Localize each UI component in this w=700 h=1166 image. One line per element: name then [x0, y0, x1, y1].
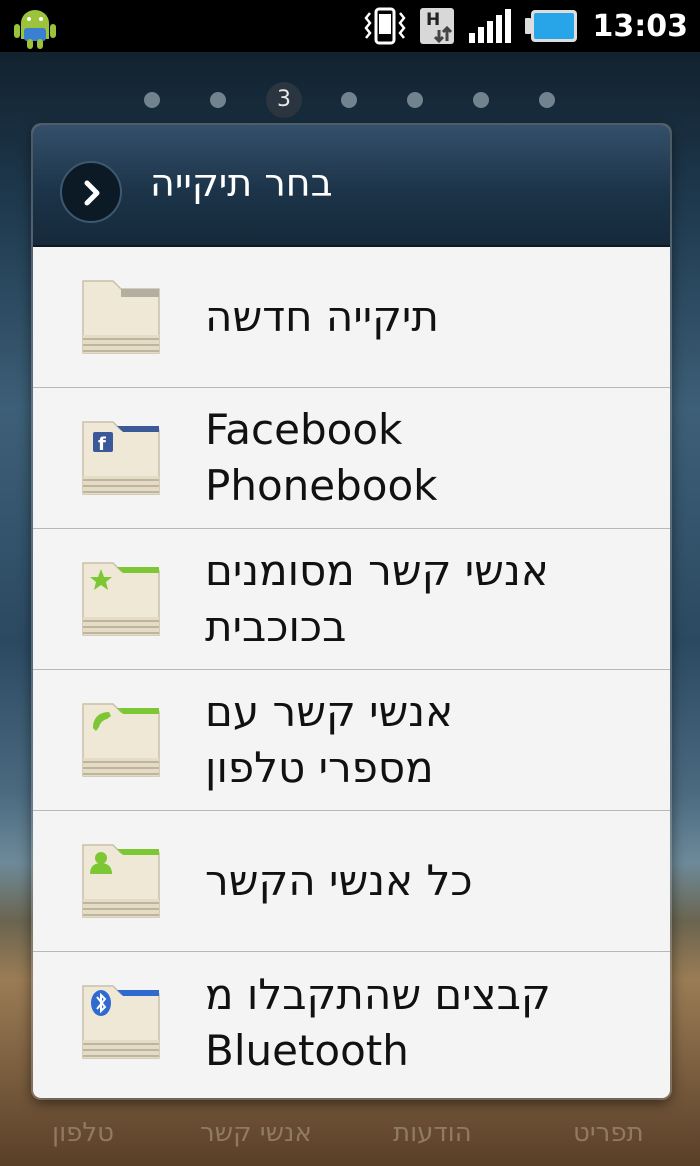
folder-item-all-contacts[interactable]: כל אנשי הקשר [33, 811, 670, 952]
folder-icon [82, 280, 160, 354]
dock-tab-phone[interactable]: טלפון [52, 1118, 114, 1148]
folder-item-label: כל אנשי הקשר [205, 856, 473, 905]
vibrate-icon [363, 7, 406, 45]
svg-text:f: f [98, 434, 106, 455]
contact-folder-icon [82, 844, 160, 918]
folder-item-label: תיקייה חדשה [205, 292, 439, 341]
page-dot[interactable] [407, 92, 423, 108]
dialog-header: בחר תיקייה [33, 125, 670, 247]
dock-bar: טלפון אנשי קשר הודעות תפריט [0, 1110, 700, 1160]
dock-tab-menu[interactable]: תפריט [573, 1118, 644, 1148]
folder-item-starred-contacts[interactable]: אנשי קשר מסומנים בכוכבית [33, 529, 670, 670]
android-notification-icon[interactable] [12, 6, 58, 50]
dock-tab-messages[interactable]: הודעות [393, 1118, 472, 1148]
bluetooth-folder-icon [82, 985, 160, 1059]
choose-folder-dialog: בחר תיקייה תיקייה חדשה f Facebook Phoneb… [33, 125, 670, 1098]
folder-item-bluetooth-received[interactable]: קבצים שהתקבלו מ Bluetooth [33, 952, 670, 1093]
facebook-folder-icon: f [82, 421, 160, 495]
data-hspa-icon: H [419, 8, 454, 44]
folder-item-label: קבצים שהתקבלו מ Bluetooth [205, 969, 551, 1075]
current-page-dot: 3 [266, 82, 302, 118]
page-dot[interactable] [144, 92, 160, 108]
folder-item-facebook-phonebook[interactable]: f Facebook Phonebook [33, 388, 670, 529]
folder-item-label: אנשי קשר עם מספרי טלפון [205, 687, 454, 792]
page-dot[interactable] [473, 92, 489, 108]
home-page-indicator: 3 [0, 82, 700, 118]
status-bar: H 13:03 [0, 0, 700, 52]
page-dot[interactable] [210, 92, 226, 108]
signal-icon [468, 9, 511, 43]
page-dot[interactable] [341, 92, 357, 108]
folder-item-label: Facebook Phonebook [205, 405, 438, 510]
dialog-title: בחר תיקייה [150, 161, 333, 205]
folder-item-label: אנשי קשר מסומנים בכוכבית [205, 546, 549, 651]
dock-tab-contacts[interactable]: אנשי קשר [200, 1118, 312, 1148]
starred-folder-icon [82, 562, 160, 636]
folder-item-contacts-with-phone[interactable]: אנשי קשר עם מספרי טלפון [33, 670, 670, 811]
battery-icon [524, 10, 577, 42]
phone-folder-icon [82, 703, 160, 777]
clock: 13:03 [592, 8, 689, 44]
folder-list: תיקייה חדשה f Facebook Phonebook אנשי קש… [33, 247, 670, 1093]
folder-item-new-folder[interactable]: תיקייה חדשה [33, 247, 670, 388]
svg-text:H: H [426, 10, 440, 30]
page-dot[interactable] [539, 92, 555, 108]
